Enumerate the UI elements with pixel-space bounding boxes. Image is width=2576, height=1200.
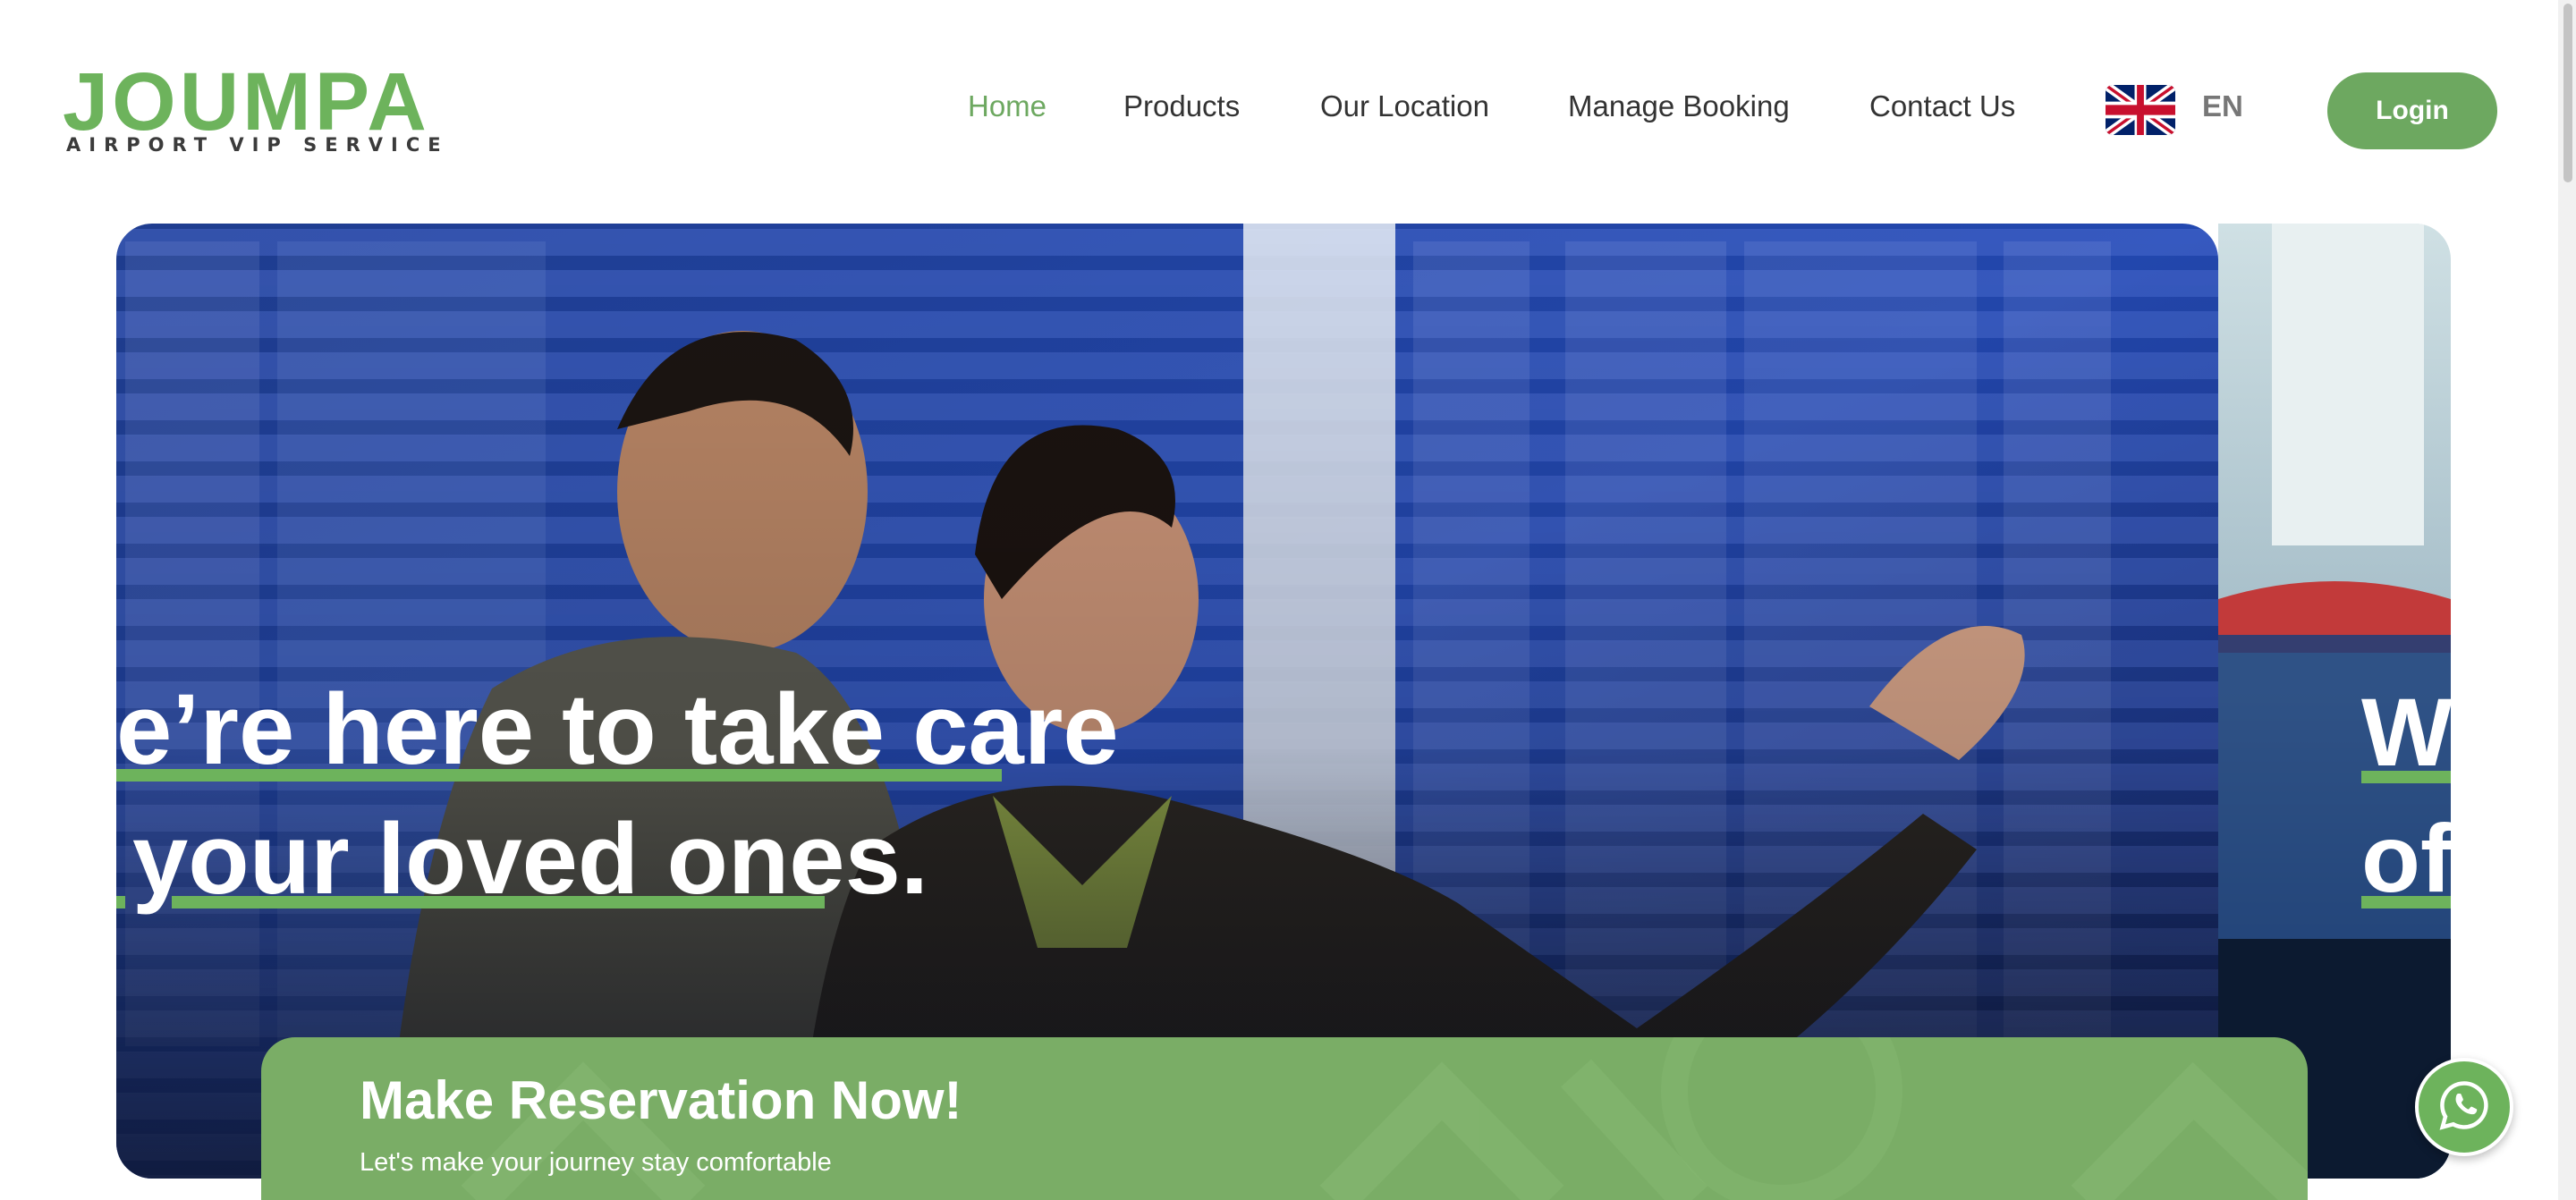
site-header: JOUMPA AIRPORT VIP SERVICE Home Products… — [0, 0, 2576, 219]
hero-slide[interactable]: e’re here to take care your loved ones. — [116, 224, 2218, 1179]
next-headline-line1: W — [2361, 678, 2451, 786]
next-underline-2 — [2361, 896, 2451, 908]
login-button[interactable]: Login — [2327, 72, 2497, 149]
headline-underline-2b — [172, 896, 825, 908]
reservation-subtitle: Let's make your journey stay comfortable — [360, 1148, 832, 1177]
hero-next-slide[interactable]: W of — [2218, 224, 2451, 1179]
nav-contact-us[interactable]: Contact Us — [1869, 89, 2015, 123]
nav-our-location[interactable]: Our Location — [1320, 89, 1489, 123]
brand-tagline: AIRPORT VIP SERVICE — [66, 134, 449, 156]
whatsapp-icon — [2437, 1078, 2491, 1137]
language-selector[interactable]: EN — [2202, 89, 2243, 123]
hero-headline-line1: e’re here to take care — [116, 673, 1119, 785]
reservation-title: Make Reservation Now! — [360, 1070, 962, 1130]
whatsapp-button[interactable] — [2415, 1058, 2513, 1156]
brand-name: JOUMPA — [63, 56, 430, 148]
uk-flag-icon[interactable] — [2106, 85, 2175, 135]
scrollbar-thumb[interactable] — [2563, 4, 2572, 182]
next-headline-line2: of — [2361, 804, 2451, 912]
reservation-panel: Make Reservation Now! Let's make your jo… — [261, 1037, 2308, 1200]
headline-underline-2a — [116, 896, 125, 908]
nav-home[interactable]: Home — [968, 89, 1046, 123]
nav-manage-booking[interactable]: Manage Booking — [1568, 89, 1790, 123]
headline-underline-1 — [116, 769, 1002, 782]
hero-headline-line2: your loved ones. — [132, 803, 928, 915]
next-underline-1 — [2361, 771, 2451, 783]
nav-products[interactable]: Products — [1123, 89, 1240, 123]
brand-logo[interactable]: JOUMPA AIRPORT VIP SERVICE — [63, 61, 441, 159]
